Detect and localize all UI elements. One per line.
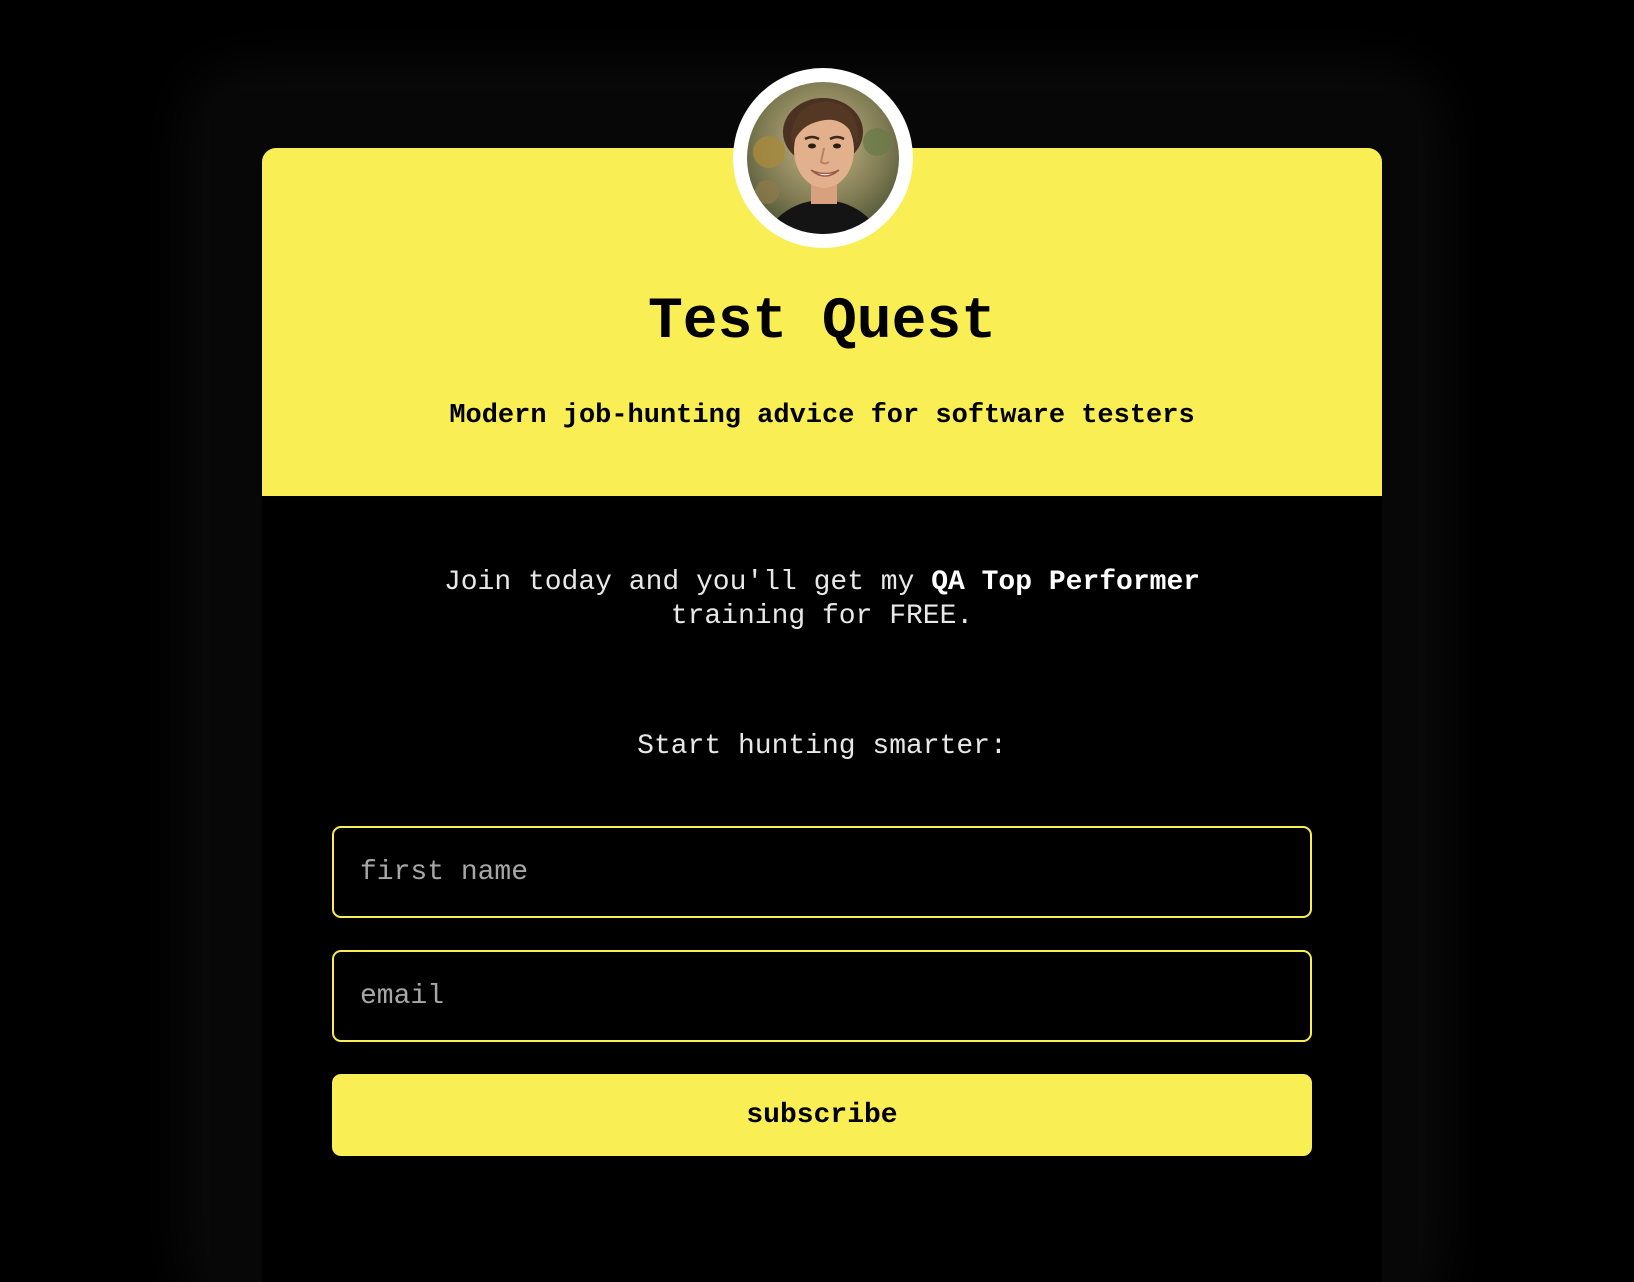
avatar [747,82,899,234]
page-title: Test Quest [647,290,997,355]
intro-tail: training for FREE. [670,601,974,632]
first-name-input[interactable] [332,826,1312,918]
training-name: QA Top Performer [931,567,1201,598]
intro-text: Join today and you'll get my QA Top Perf… [402,566,1242,634]
email-input[interactable] [332,950,1312,1042]
signup-card: Test Quest Modern job-hunting advice for… [262,68,1382,1282]
avatar-ring [733,68,913,248]
page-subtitle: Modern job-hunting advice for software t… [449,401,1195,431]
cta-label: Start hunting smarter: [637,731,1007,762]
intro-lead: Join today and you'll get my [443,567,932,598]
page: Test Quest Modern job-hunting advice for… [0,0,1634,1282]
subscribe-button[interactable]: subscribe [332,1074,1312,1156]
